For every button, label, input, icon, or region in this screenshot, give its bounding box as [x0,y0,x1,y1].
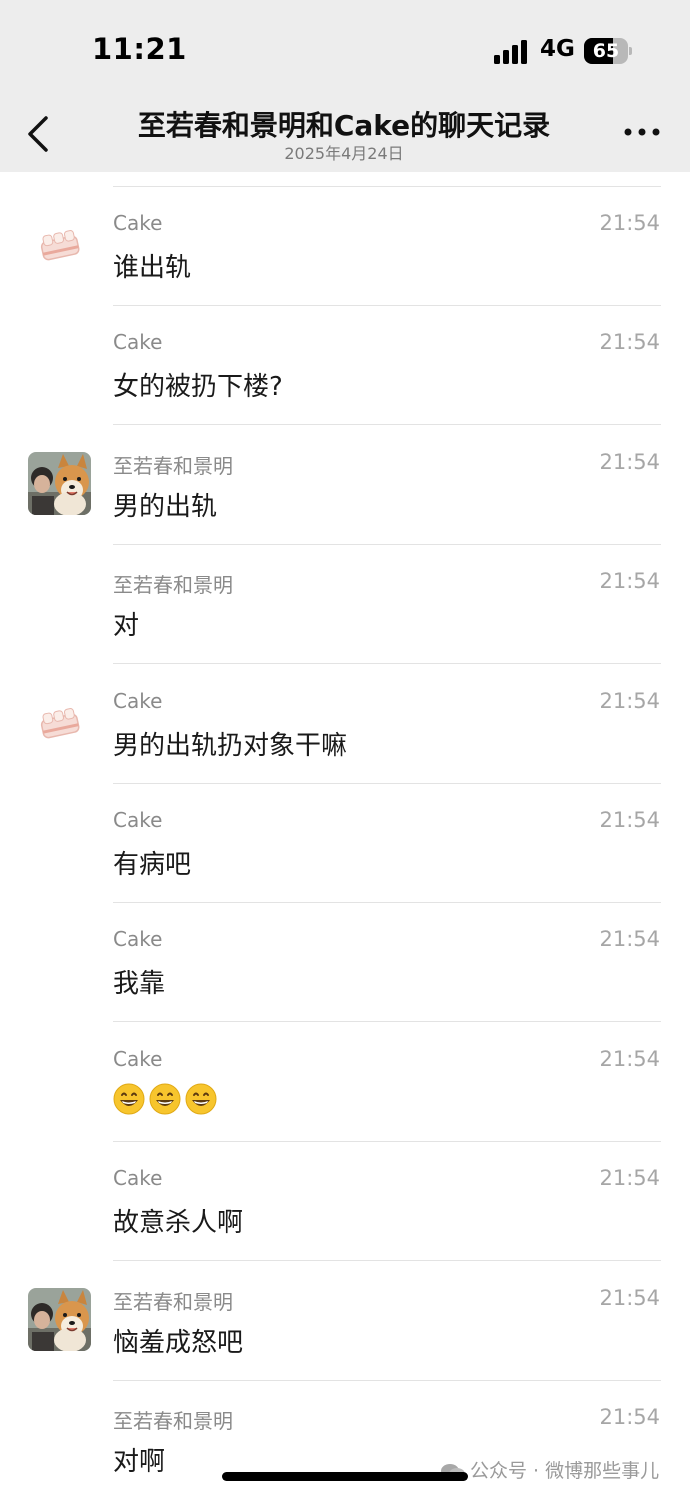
message-time: 21:54 [599,330,660,355]
watermark-text: 公众号 · 微博那些事儿 [470,1460,660,1482]
message-row[interactable]: Cake 21:54 我靠 [0,903,690,1023]
cake-avatar[interactable] [28,213,91,276]
message-row[interactable]: Cake 21:54 [0,1023,690,1142]
message-time: 21:54 [599,1046,660,1071]
back-chevron-icon[interactable] [22,112,56,156]
message-row[interactable]: Cake 21:54 谁出轨 [0,187,690,306]
grinning-face-emoji [113,1083,145,1115]
message-text: 女的被扔下楼? [113,372,283,403]
battery-icon: 65 [584,38,632,64]
message-text: 谁出轨 [113,253,192,283]
message-text: 我靠 [113,969,166,1000]
watermark: 公众号 · 微博那些事儿 [440,1456,659,1483]
message-row[interactable]: Cake 21:54 女的被扔下楼? [0,306,690,426]
message-row[interactable]: Cake 21:54 故意杀人啊 [0,1142,690,1262]
message-text: 男的出轨扔对象干嘛 [113,730,348,761]
more-options-icon[interactable] [618,120,666,144]
sender-name: 至若春和景明 [113,453,233,478]
message-time: 21:54 [599,688,660,713]
message-text: 对 [113,611,140,642]
message-time: 21:54 [599,1285,660,1310]
message-text: 对啊 [113,1447,166,1477]
message-time: 21:54 [599,927,660,952]
page-date: 2025年4月24日 [284,144,404,163]
message-row[interactable]: Cake 21:54 有病吧 [0,784,690,903]
message-row[interactable]: 至若春和景明 21:54 男的出轨 [0,426,690,545]
message-time: 21:54 [599,808,660,832]
message-text: 男的出轨 [113,491,218,522]
message-text: 有病吧 [113,850,192,880]
sender-name: Cake [113,808,163,832]
message-time: 21:54 [599,211,660,235]
network-type: 4G [540,36,575,62]
signal-icon [494,40,527,64]
grinning-face-emoji [149,1083,181,1115]
battery-percent: 65 [592,40,620,62]
sender-name: 至若春和景明 [113,573,233,598]
message-time: 21:54 [599,449,660,474]
dog-avatar[interactable] [28,1287,91,1351]
message-row[interactable]: 至若春和景明 21:54 对 [0,545,690,665]
status-time: 11:21 [92,32,187,66]
dog-avatar[interactable] [28,451,91,515]
message-time: 21:54 [599,1405,660,1429]
message-text: 恼羞成怒吧 [113,1327,244,1358]
message-row[interactable]: Cake 21:54 男的出轨扔对象干嘛 [0,665,690,784]
sender-name: 至若春和景明 [113,1289,233,1314]
sender-name: 至若春和景明 [113,1409,233,1433]
sender-name: Cake [113,688,163,713]
sender-name: Cake [113,927,163,952]
sender-name: Cake [113,1046,163,1071]
grinning-face-emoji [185,1083,217,1115]
sender-name: Cake [113,330,163,355]
message-time: 21:54 [599,1166,660,1191]
page-title: 至若春和景明和Cake的聊天记录 [137,109,551,142]
home-indicator[interactable] [222,1472,468,1481]
app-header: 11:21 4G 65 至若春和景明和Cake的聊天记录 2025年4月24日 [0,0,690,172]
message-row[interactable]: 至若春和景明 21:54 恼羞成怒吧 [0,1262,690,1381]
sender-name: Cake [113,211,163,235]
message-time: 21:54 [599,569,660,594]
cake-avatar[interactable] [28,690,91,754]
message-text: 故意杀人啊 [113,1208,244,1239]
message-text [113,1083,221,1115]
sender-name: Cake [113,1166,163,1191]
